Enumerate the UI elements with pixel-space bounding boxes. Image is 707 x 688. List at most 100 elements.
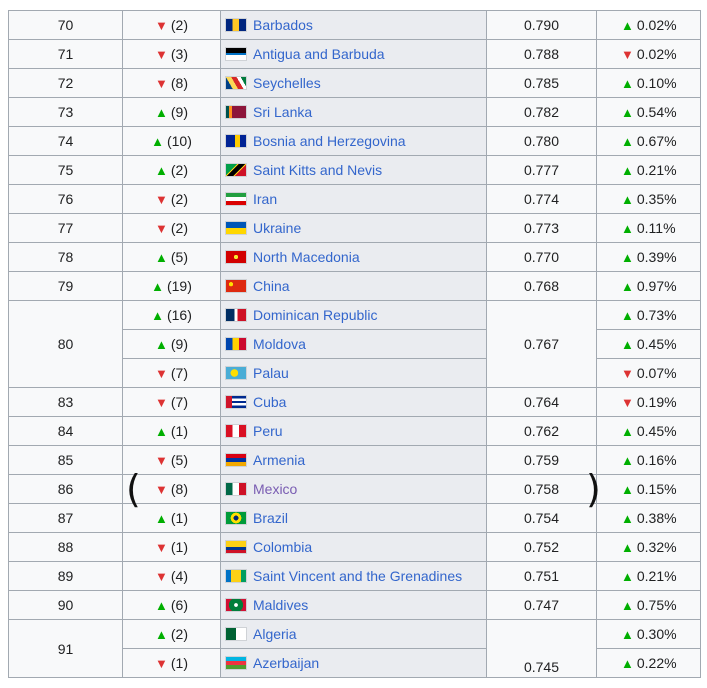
rank-cell: 89: [8, 561, 123, 591]
decrease-arrow-icon: ▼: [621, 366, 634, 381]
growth-cell: ▲ 0.02%: [596, 10, 701, 40]
increase-arrow-icon: ▲: [155, 105, 168, 120]
table-row: 71 ▼ (3) Antigua and Barbuda 0.788 ▼ 0.02%: [8, 39, 701, 69]
country-link[interactable]: Saint Vincent and the Grenadines: [253, 568, 462, 584]
country-link[interactable]: China: [253, 278, 290, 294]
rank-change-value: (7): [170, 394, 188, 410]
right-bracket-annotation: ): [586, 467, 601, 511]
increase-arrow-icon: ▲: [155, 598, 168, 613]
table-row: 79 ▲ (19) China 0.768 ▲ 0.97%: [8, 271, 701, 301]
rank-change-cell: ▲ (9): [122, 97, 221, 127]
country-cell: Maldives: [220, 590, 487, 620]
increase-arrow-icon: ▲: [621, 163, 634, 178]
country-link[interactable]: Sri Lanka: [253, 104, 312, 120]
increase-arrow-icon: ▲: [621, 221, 634, 236]
rank-cell: 83: [8, 387, 123, 417]
hdi-value-cell: 0.773: [486, 213, 597, 243]
growth-value: 0.21%: [636, 568, 677, 584]
growth-value: 0.39%: [636, 249, 677, 265]
increase-arrow-icon: ▲: [621, 250, 634, 265]
rank-cell: 70: [8, 10, 123, 40]
decrease-arrow-icon: ▼: [155, 656, 168, 671]
country-link[interactable]: Algeria: [253, 626, 297, 642]
country-link[interactable]: Seychelles: [253, 75, 321, 91]
table-row: 73 ▲ (9) Sri Lanka 0.782 ▲ 0.54%: [8, 97, 701, 127]
rank-change-cell: ▲ (1): [122, 416, 221, 446]
country-link[interactable]: Moldova: [253, 336, 306, 352]
growth-value: 0.30%: [636, 626, 677, 642]
increase-arrow-icon: ▲: [155, 337, 168, 352]
flag-icon: [225, 47, 247, 61]
country-cell: Brazil: [220, 503, 487, 533]
growth-value: 0.07%: [636, 365, 677, 381]
rank-cell: 90: [8, 590, 123, 620]
increase-arrow-icon: ▲: [621, 656, 634, 671]
flag-icon: [225, 482, 247, 496]
country-link[interactable]: Dominican Republic: [253, 307, 378, 323]
country-link[interactable]: Azerbaijan: [253, 655, 319, 671]
increase-arrow-icon: ▲: [155, 424, 168, 439]
flag-icon: [225, 192, 247, 206]
country-link[interactable]: Colombia: [253, 539, 312, 555]
rank-change-value: (5): [170, 249, 188, 265]
rank-change-cell: ▲ (16): [122, 300, 221, 330]
country-link[interactable]: Bosnia and Herzegovina: [253, 133, 406, 149]
country-link[interactable]: Iran: [253, 191, 277, 207]
decrease-arrow-icon: ▼: [155, 76, 168, 91]
growth-cell: ▼ 0.19%: [596, 387, 701, 417]
country-link[interactable]: Maldives: [253, 597, 308, 613]
rank-change-value: (2): [170, 162, 188, 178]
country-link[interactable]: Saint Kitts and Nevis: [253, 162, 382, 178]
increase-arrow-icon: ▲: [155, 250, 168, 265]
rank-change-value: (1): [170, 539, 188, 555]
country-link[interactable]: Palau: [253, 365, 289, 381]
country-link[interactable]: Brazil: [253, 510, 288, 526]
increase-arrow-icon: ▲: [621, 598, 634, 613]
growth-value: 0.19%: [636, 394, 677, 410]
country-link[interactable]: North Macedonia: [253, 249, 360, 265]
country-cell: Ukraine: [220, 213, 487, 243]
rank-change-cell: ▼ (2): [122, 213, 221, 243]
growth-value: 0.21%: [636, 162, 677, 178]
country-link[interactable]: Ukraine: [253, 220, 301, 236]
rank-change-value: (3): [170, 46, 188, 62]
rank-change-cell: ▼ (1): [122, 532, 221, 562]
hdi-value-cell: 0.747: [486, 590, 597, 620]
flag-icon: [225, 424, 247, 438]
increase-arrow-icon: ▲: [155, 627, 168, 642]
hdi-value-cell: 0.745: [486, 619, 597, 678]
growth-value: 0.11%: [636, 220, 676, 236]
growth-cell: ▲ 0.22%: [596, 648, 701, 678]
country-link[interactable]: Peru: [253, 423, 283, 439]
growth-value: 0.16%: [636, 452, 677, 468]
rank-change-cell: ▼ (2): [122, 10, 221, 40]
hdi-value-cell: 0.764: [486, 387, 597, 417]
increase-arrow-icon: ▲: [151, 134, 164, 149]
rank-change-cell: ▲ (2): [122, 155, 221, 185]
rank-change-cell: ▲ (19): [122, 271, 221, 301]
growth-value: 0.02%: [636, 17, 677, 33]
table-row: 91 ▲ (2) Algeria 0.745 ▲ 0.30%: [8, 619, 701, 678]
increase-arrow-icon: ▲: [621, 279, 634, 294]
table-body: 70 ▼ (2) Barbados 0.790 ▲ 0.02% 71 ▼ (3) Antigua a…: [8, 10, 701, 678]
country-cell: Azerbaijan: [220, 648, 487, 678]
country-link[interactable]: Cuba: [253, 394, 286, 410]
hdi-ranking-table: 70 ▼ (2) Barbados 0.790 ▲ 0.02% 71 ▼ (3) Antigua a…: [8, 10, 701, 678]
table-row: 70 ▼ (2) Barbados 0.790 ▲ 0.02%: [8, 10, 701, 40]
growth-value: 0.38%: [636, 510, 677, 526]
flag-icon: [225, 366, 247, 380]
increase-arrow-icon: ▲: [621, 18, 634, 33]
growth-cell: ▲ 0.75%: [596, 590, 701, 620]
increase-arrow-icon: ▲: [621, 540, 634, 555]
flag-icon: [225, 105, 247, 119]
increase-arrow-icon: ▲: [621, 134, 634, 149]
rank-change-cell: ▼ (7): [122, 387, 221, 417]
growth-value: 0.32%: [636, 539, 677, 555]
growth-cell: ▲ 0.39%: [596, 242, 701, 272]
country-cell: Cuba: [220, 387, 487, 417]
country-link[interactable]: Antigua and Barbuda: [253, 46, 385, 62]
country-cell: Algeria: [220, 619, 487, 649]
country-link[interactable]: Armenia: [253, 452, 305, 468]
country-link[interactable]: Barbados: [253, 17, 313, 33]
country-link[interactable]: Mexico: [253, 481, 297, 497]
